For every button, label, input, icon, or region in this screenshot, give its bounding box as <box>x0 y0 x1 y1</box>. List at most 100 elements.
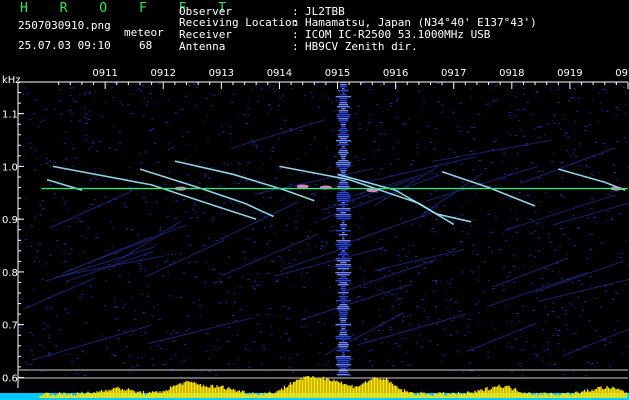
interference-column <box>341 228 346 230</box>
interference-column <box>340 262 347 264</box>
interference-column <box>338 90 349 92</box>
interference-column <box>335 266 352 268</box>
interference-column <box>337 136 349 138</box>
spectrogram: kHz 0911 0912 0913 0914 0915 0916 0917 0918 0919 0… <box>0 68 629 400</box>
time-tick-label: 0911 <box>92 68 117 79</box>
interference-column <box>338 278 349 280</box>
interference-column <box>339 312 348 314</box>
interference-column <box>340 288 347 290</box>
noise-streak <box>538 278 629 302</box>
interference-column <box>340 180 347 182</box>
interference-column <box>338 192 349 194</box>
frequency-tick-label: 1.1 <box>2 110 18 121</box>
interference-column <box>336 194 351 196</box>
interference-column <box>336 114 350 116</box>
frequency-tick-label: 0.9 <box>2 215 18 226</box>
interference-column <box>339 138 347 140</box>
interference-column <box>337 254 349 256</box>
axes: kHz 0911 0912 0913 0914 0915 0916 0917 0918 0919 0… <box>2 68 629 388</box>
time-tick-label: 0918 <box>499 68 524 79</box>
noise-streak <box>344 258 438 292</box>
interference-column <box>340 316 347 318</box>
interference-column <box>340 122 346 124</box>
noise-streak <box>356 313 466 346</box>
interference-column <box>340 298 346 300</box>
interference-column <box>342 92 345 94</box>
interference-column <box>336 260 350 262</box>
noise-streak <box>420 173 483 216</box>
interference-column <box>337 362 350 364</box>
interference-column <box>338 182 348 184</box>
noise-streak <box>432 139 552 162</box>
noise-layer <box>18 81 629 377</box>
interference-column <box>338 112 348 114</box>
interference-column <box>337 344 349 346</box>
interference-column <box>340 326 346 328</box>
interference-column <box>342 88 345 90</box>
interference-column <box>337 186 350 188</box>
noise-streak <box>343 211 433 245</box>
interference-column <box>341 126 346 128</box>
time-tick-label: 0917 <box>441 68 466 79</box>
interference-column <box>338 120 349 122</box>
frequency-unit-label: kHz <box>2 75 21 86</box>
interference-column <box>342 294 345 296</box>
interference-column <box>339 304 348 306</box>
interference-column <box>340 368 347 370</box>
interference-column <box>338 150 348 152</box>
interference-column <box>338 284 349 286</box>
interference-column <box>339 128 347 130</box>
interference-column <box>342 256 345 258</box>
time-tick-label: 0920 <box>615 68 629 79</box>
interference-column <box>336 308 350 310</box>
noise-streak <box>324 312 404 356</box>
interference-column <box>341 220 345 222</box>
interference-column <box>338 152 349 154</box>
time-tick-label: 0919 <box>557 68 582 79</box>
interference-column <box>336 208 351 210</box>
interference-column <box>339 334 348 336</box>
interference-column <box>336 300 351 302</box>
interference-column <box>342 270 345 272</box>
interference-column <box>338 160 349 162</box>
interference-column <box>335 96 351 98</box>
interference-column <box>336 106 350 108</box>
interference-column <box>338 184 349 186</box>
noise-streak <box>552 202 629 226</box>
interference-column <box>335 364 351 366</box>
interference-column <box>336 166 351 168</box>
noise-streak <box>374 248 465 272</box>
interference-column <box>336 350 351 352</box>
interference-column <box>335 324 352 326</box>
interference-column <box>340 132 347 134</box>
interference-column <box>341 290 346 292</box>
interference-column <box>340 348 347 350</box>
interference-column <box>336 116 350 118</box>
interference-column <box>341 354 346 356</box>
interference-column <box>340 156 346 158</box>
interference-column <box>335 264 351 266</box>
interference-column <box>337 360 350 362</box>
interference-column <box>335 280 351 282</box>
interference-column <box>337 374 350 376</box>
frequency-tick-label: 1.0 <box>2 162 18 173</box>
interference-column <box>340 226 347 228</box>
interference-column <box>336 164 351 166</box>
interference-column <box>342 236 345 238</box>
signal-level-strip <box>0 369 629 400</box>
interference-column <box>339 318 348 320</box>
interference-column <box>336 240 351 242</box>
interference-column <box>338 310 349 312</box>
interference-column <box>337 306 350 308</box>
interference-column <box>339 314 348 316</box>
interference-column <box>339 224 347 226</box>
interference-column <box>341 250 345 252</box>
interference-column <box>337 242 349 244</box>
interference-column <box>339 282 348 284</box>
interference-column <box>339 330 348 332</box>
noise-streak <box>300 283 411 321</box>
interference-column <box>338 248 349 250</box>
interference-column <box>341 202 345 204</box>
interference-column <box>339 168 348 170</box>
time-tick-label: 0912 <box>151 68 176 79</box>
